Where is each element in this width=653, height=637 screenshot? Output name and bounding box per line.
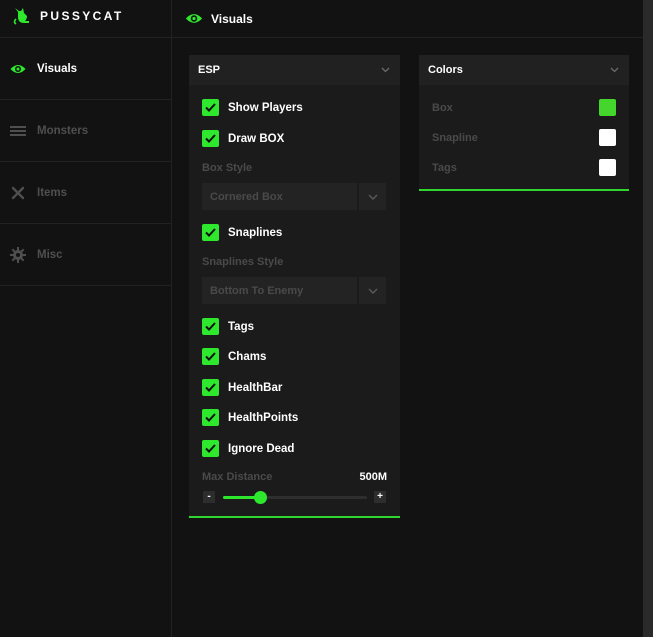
- max-distance-value: 500M: [359, 471, 387, 483]
- slider-thumb[interactable]: [254, 491, 268, 504]
- sidebar-item-label: Visuals: [37, 62, 78, 75]
- healthpoints-checkbox[interactable]: HealthPoints: [202, 409, 298, 426]
- chams-checkbox[interactable]: Chams: [202, 348, 266, 365]
- window-edge: [643, 0, 653, 637]
- color-row-tags: Tags: [432, 159, 616, 176]
- check-icon: [202, 99, 219, 116]
- sidebar-nav: Visuals Monsters Items Misc: [0, 37, 171, 286]
- checkbox-label: Ignore Dead: [228, 442, 295, 455]
- color-row-snapline: Snapline: [432, 129, 616, 146]
- checkbox-label: Show Players: [228, 101, 303, 114]
- eye-icon: [185, 12, 203, 25]
- draw-box-checkbox[interactable]: Draw BOX: [202, 130, 284, 147]
- sidebar-item-visuals[interactable]: Visuals: [0, 38, 171, 100]
- chevron-down-icon[interactable]: [381, 67, 390, 73]
- show-players-checkbox[interactable]: Show Players: [202, 99, 303, 116]
- max-distance-label: Max Distance: [202, 471, 273, 483]
- check-icon: [202, 318, 219, 335]
- colors-panel: Colors Box Snapline Tags: [419, 55, 629, 191]
- select-value: Cornered Box: [210, 190, 283, 203]
- esp-panel: ESP Show Players Draw BOX Box Style Corn…: [189, 55, 400, 518]
- sidebar-item-label: Monsters: [37, 124, 89, 137]
- check-icon: [202, 440, 219, 457]
- checkbox-label: Snaplines: [228, 226, 283, 239]
- snaplines-checkbox[interactable]: Snaplines: [202, 224, 282, 241]
- page-title: Visuals: [211, 11, 253, 26]
- color-label: Box: [432, 101, 453, 114]
- colors-panel-header[interactable]: Colors: [419, 55, 629, 85]
- panel-title: Colors: [428, 64, 463, 76]
- sidebar-item-items[interactable]: Items: [0, 162, 171, 224]
- check-icon: [202, 348, 219, 365]
- box-style-select[interactable]: Cornered Box: [202, 183, 386, 210]
- select-value: Bottom To Enemy: [210, 284, 304, 297]
- color-row-box: Box: [432, 99, 616, 116]
- panel-title: ESP: [198, 64, 221, 76]
- sidebar: PUSSYCAT Visuals Monsters Items Misc: [0, 0, 172, 637]
- chevron-down-icon[interactable]: [610, 67, 619, 73]
- eye-icon: [9, 60, 27, 78]
- max-distance-slider[interactable]: [223, 491, 367, 504]
- page-header: Visuals: [172, 0, 643, 38]
- sidebar-item-label: Misc: [37, 248, 63, 261]
- color-swatch[interactable]: [599, 99, 616, 116]
- color-label: Snapline: [432, 131, 478, 144]
- check-icon: [202, 379, 219, 396]
- logo: PUSSYCAT: [12, 6, 124, 26]
- gear-icon: [9, 246, 27, 264]
- color-swatch[interactable]: [599, 129, 616, 146]
- box-style-label: Box Style: [202, 162, 253, 174]
- decrement-button[interactable]: -: [203, 491, 215, 503]
- sidebar-item-misc[interactable]: Misc: [0, 224, 171, 286]
- snaplines-style-label: Snaplines Style: [202, 256, 284, 268]
- color-swatch[interactable]: [599, 159, 616, 176]
- esp-panel-header[interactable]: ESP: [189, 55, 400, 85]
- check-icon: [202, 130, 219, 147]
- chevron-down-icon[interactable]: [357, 277, 386, 304]
- checkbox-label: Chams: [228, 350, 267, 363]
- menu-icon: [9, 122, 27, 140]
- sidebar-item-monsters[interactable]: Monsters: [0, 100, 171, 162]
- check-icon: [202, 409, 219, 426]
- sidebar-item-label: Items: [37, 186, 68, 199]
- color-label: Tags: [432, 161, 457, 174]
- checkbox-label: HealthPoints: [228, 411, 299, 424]
- check-icon: [202, 224, 219, 241]
- app-name: PUSSYCAT: [40, 9, 124, 23]
- increment-button[interactable]: +: [374, 491, 386, 503]
- chevron-down-icon[interactable]: [357, 183, 386, 210]
- ignore-dead-checkbox[interactable]: Ignore Dead: [202, 440, 294, 457]
- checkbox-label: Tags: [228, 320, 254, 333]
- checkbox-label: Draw BOX: [228, 132, 285, 145]
- checkbox-label: HealthBar: [228, 381, 283, 394]
- snaplines-style-select[interactable]: Bottom To Enemy: [202, 277, 386, 304]
- healthbar-checkbox[interactable]: HealthBar: [202, 379, 282, 396]
- cat-icon: [13, 8, 29, 25]
- x-icon: [9, 184, 27, 202]
- tags-checkbox[interactable]: Tags: [202, 318, 254, 335]
